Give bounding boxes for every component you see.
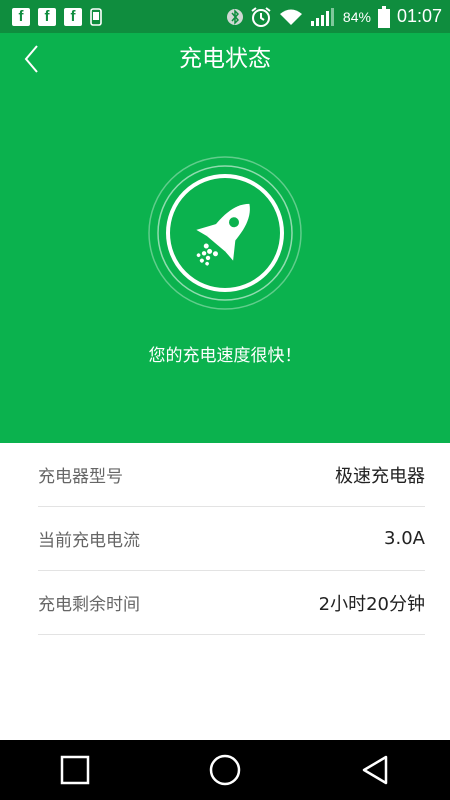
phone-icon xyxy=(90,7,102,26)
circle-icon xyxy=(209,754,241,786)
rocket-icon xyxy=(148,156,302,310)
wifi-icon xyxy=(279,9,302,25)
list-item: 充电器型号 极速充电器 xyxy=(38,443,425,507)
charging-hero: 充电状态 您的充电速度很快！ xyxy=(0,33,450,443)
charger-model-value: 极速充电器 xyxy=(335,465,425,487)
bluetooth-icon xyxy=(226,8,243,25)
current-value: 3.0A xyxy=(384,528,425,549)
page-title: 充电状态 xyxy=(179,46,271,72)
battery-icon xyxy=(377,5,390,28)
facebook-icon: f xyxy=(64,7,82,26)
rocket-badge xyxy=(145,153,305,313)
current-label: 当前充电电流 xyxy=(38,531,140,551)
back-nav-button[interactable] xyxy=(345,740,405,800)
notification-icons: f f f xyxy=(12,7,102,26)
charger-model-label: 充电器型号 xyxy=(38,467,123,487)
navigation-bar xyxy=(0,740,450,800)
square-icon xyxy=(60,755,90,785)
home-button[interactable] xyxy=(195,740,255,800)
facebook-icon: f xyxy=(38,7,56,26)
battery-percent: 84% xyxy=(342,8,371,25)
list-item: 当前充电电流 3.0A xyxy=(38,507,425,571)
list-item: 充电剩余时间 2小时20分钟 xyxy=(38,571,425,635)
system-status: 84% 01:07 xyxy=(226,5,442,28)
charging-speed-message: 您的充电速度很快！ xyxy=(148,346,302,366)
clock: 01:07 xyxy=(396,6,442,26)
charging-info-list: 充电器型号 极速充电器 当前充电电流 3.0A 充电剩余时间 2小时20分钟 xyxy=(38,443,425,635)
remaining-time-value: 2小时20分钟 xyxy=(318,593,425,615)
triangle-back-icon xyxy=(362,755,388,785)
signal-icon xyxy=(310,7,334,26)
alarm-icon xyxy=(251,6,271,27)
remaining-time-label: 充电剩余时间 xyxy=(38,595,140,615)
facebook-icon: f xyxy=(12,7,30,26)
recents-button[interactable] xyxy=(45,740,105,800)
status-bar: f f f 84% 01:07 xyxy=(0,0,450,33)
